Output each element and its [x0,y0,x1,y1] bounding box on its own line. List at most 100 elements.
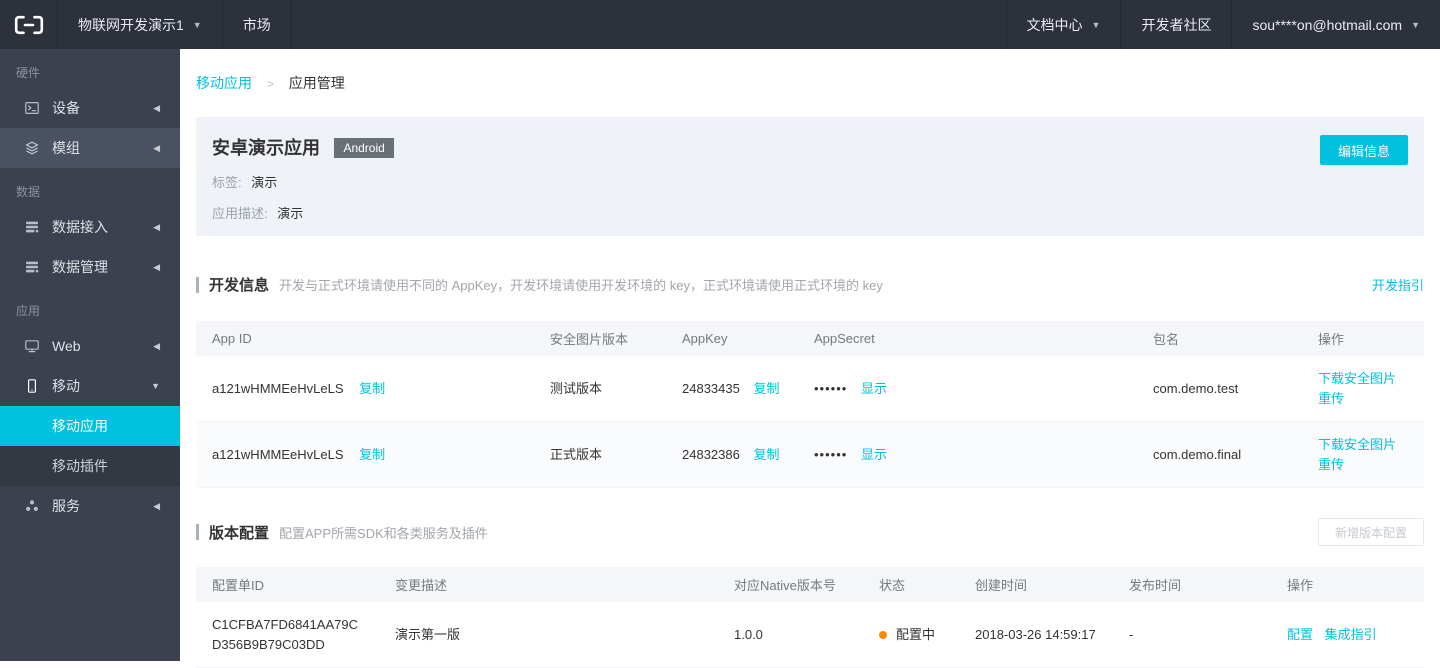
sidebar-item-data-management[interactable]: 数据管理 ◀ [0,247,180,287]
sidebar-item-data-access[interactable]: 数据接入 ◀ [0,207,180,247]
main-content: 移动应用 > 应用管理 安卓演示应用 Android 标签: 演示 应用描述: … [180,49,1440,668]
version-config-table: 配置单ID 变更描述 对应Native版本号 状态 创建时间 发布时间 操作 C… [196,567,1424,668]
breadcrumb-mobile-app-link[interactable]: 移动应用 [196,75,252,91]
col-actions: 操作 [1271,567,1424,602]
smartphone-icon [24,378,40,394]
reupload-link[interactable]: 重传 [1318,389,1408,409]
account-email: sou****on@hotmail.com [1252,16,1403,33]
sidebar-section-data: 数据 [16,185,41,199]
database-in-icon [24,219,40,235]
device-icon [24,100,40,116]
col-created-at: 创建时间 [959,567,1113,602]
chevron-left-icon: ◀ [153,142,160,153]
app-info-card: 安卓演示应用 Android 标签: 演示 应用描述: 演示 编辑信息 [196,117,1424,236]
sidebar-item-module[interactable]: 模组 ◀ [0,128,180,168]
col-config-id: 配置单ID [196,567,379,602]
copy-app-id-link[interactable]: 复制 [359,447,385,462]
configure-link[interactable]: 配置 [1287,627,1313,642]
sidebar-section-application: 应用 [16,304,41,318]
chevron-down-icon: ▼ [1411,19,1420,30]
appsecret-mask: •••••• [814,446,848,462]
config-id-value: C1CFBA7FD6841AA79CD356B9B79C03DD [212,617,358,652]
topnav-doc-center[interactable]: 文档中心 ▼ [1005,0,1121,49]
copy-app-id-link[interactable]: 复制 [359,381,385,396]
topnav-market[interactable]: 市场 [221,0,292,49]
download-security-image-link[interactable]: 下载安全图片 [1318,369,1408,389]
sidebar-subitem-mobile-plugin[interactable]: 移动插件 [0,446,180,486]
reupload-link[interactable]: 重传 [1318,455,1408,475]
topbar: 物联网开发演示1 ▼ 市场 文档中心 ▼ 开发者社区 sou****on@hot… [0,0,1440,49]
platform-badge: Android [334,138,394,158]
sidebar-subitem-mobile-app[interactable]: 移动应用 [0,406,180,446]
col-appkey: AppKey [666,321,798,356]
sidebar-item-service[interactable]: 服务 ◀ [0,486,180,526]
breadcrumb-separator-icon: > [266,77,274,91]
add-version-config-button[interactable]: 新增版本配置 [1317,518,1424,546]
app-title: 安卓演示应用 [212,138,320,158]
download-security-image-link[interactable]: 下载安全图片 [1318,435,1408,455]
description-label: 应用描述: [212,206,268,221]
app-id-value: a121wHMMEeHvLeLS [212,380,344,396]
chevron-left-icon: ◀ [153,102,160,113]
database-manage-icon [24,259,40,275]
col-package-name: 包名 [1137,321,1302,356]
appkey-value: 24833435 [682,380,740,396]
section-marker-bar [196,276,199,293]
col-published-at: 发布时间 [1113,567,1271,602]
col-image-version: 安全图片版本 [534,321,666,356]
col-change-desc: 变更描述 [379,567,718,602]
published-at-value: - [1129,626,1134,642]
table-row: a121wHMMEeHvLeLS 复制 正式版本 24832386 复制 •••… [196,421,1424,488]
col-app-id: App ID [196,321,534,356]
chevron-down-icon: ▼ [151,381,160,391]
version-config-subtitle: 配置APP所需SDK和各类服务及插件 [279,525,488,541]
col-native-version: 对应Native版本号 [718,567,863,602]
table-row: a121wHMMEeHvLeLS 复制 测试版本 24833435 复制 •••… [196,356,1424,422]
appsecret-mask: •••••• [814,380,848,396]
col-status: 状态 [863,567,959,602]
copy-appkey-link[interactable]: 复制 [753,447,779,462]
account-menu[interactable]: sou****on@hotmail.com ▼ [1231,0,1440,49]
chevron-down-icon: ▼ [192,19,202,30]
status-dot-icon [879,630,887,639]
chevron-left-icon: ◀ [153,261,160,272]
app-id-value: a121wHMMEeHvLeLS [212,446,344,462]
native-version-value: 1.0.0 [734,626,763,642]
version-config-title: 版本配置 [209,524,270,542]
integration-guide-link[interactable]: 集成指引 [1325,627,1377,642]
table-row: C1CFBA7FD6841AA79CD356B9B79C03DD 演示第一版 1… [196,602,1424,668]
status-badge: 配置中 [896,626,936,642]
dev-info-title: 开发信息 [209,277,270,294]
breadcrumb: 移动应用 > 应用管理 [196,49,1424,93]
image-version-value: 测试版本 [550,380,603,396]
breadcrumb-current: 应用管理 [288,75,345,91]
appkey-value: 24832386 [682,446,740,462]
layers-icon [24,140,40,156]
topnav-community[interactable]: 开发者社区 [1120,0,1231,49]
dev-guide-link[interactable]: 开发指引 [1372,275,1424,294]
change-desc-value: 演示第一版 [395,626,461,642]
sidebar-item-web[interactable]: Web ◀ [0,326,180,366]
sidebar: 硬件 设备 ◀ 模组 ◀ 数据 数据接入 ◀ 数据管理 ◀ 应用 Web ◀ 移… [0,49,180,661]
copy-appkey-link[interactable]: 复制 [753,381,779,396]
created-at-value: 2018-03-26 14:59:17 [975,626,1096,642]
package-name-value: com.demo.test [1153,380,1239,396]
dev-info-table: App ID 安全图片版本 AppKey AppSecret 包名 操作 a12… [196,321,1424,488]
edit-info-button[interactable]: 编辑信息 [1319,135,1408,165]
tag-value: 演示 [251,175,278,190]
version-config-section-header: 版本配置 配置APP所需SDK和各类服务及插件 新增版本配置 [196,518,1424,546]
project-switcher[interactable]: 物联网开发演示1 ▼ [57,0,222,49]
chevron-left-icon: ◀ [153,500,160,511]
dev-info-subtitle: 开发与正式环境请使用不同的 AppKey，开发环境请使用开发环境的 key，正式… [279,278,883,293]
show-appsecret-link[interactable]: 显示 [861,381,887,396]
sidebar-section-hardware: 硬件 [16,66,41,80]
tag-label: 标签: [212,175,242,190]
description-value: 演示 [277,206,304,221]
sidebar-item-device[interactable]: 设备 ◀ [0,88,180,128]
brand-logo-icon[interactable] [0,0,57,49]
sidebar-item-mobile[interactable]: 移动 ▼ [0,366,180,406]
show-appsecret-link[interactable]: 显示 [861,447,887,462]
col-actions: 操作 [1302,321,1424,356]
col-appsecret: AppSecret [798,321,1137,356]
section-marker-bar [196,524,199,540]
